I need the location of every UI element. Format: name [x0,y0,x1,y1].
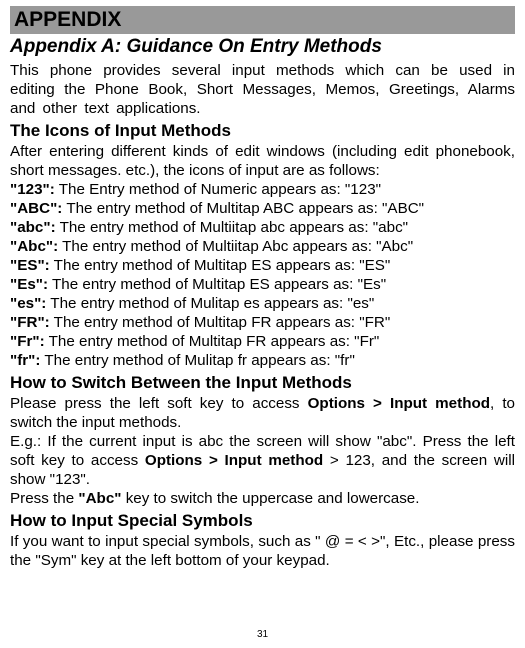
text: key to switch the uppercase and lowercas… [121,490,419,507]
icon-label: "ABC": [10,200,62,217]
icon-label: "fr": [10,352,40,369]
icon-label: "Abc": [10,238,58,255]
switch-p2: E.g.: If the current input is abc the sc… [10,432,515,489]
icon-desc: The Entry method of Numeric appears as: … [55,181,381,198]
icon-item-ES: "ES": The entry method of Multitap ES ap… [10,256,515,275]
appendix-header: APPENDIX [10,6,515,34]
appendix-a-subheading: Appendix A: Guidance On Entry Methods [10,36,515,58]
icon-item-Abc: "Abc": The entry method of Multiitap Abc… [10,237,515,256]
symbols-heading: How to Input Special Symbols [10,511,515,531]
icon-label: "FR": [10,314,50,331]
icon-label: "ES": [10,257,50,274]
icon-desc: The entry method of Mulitap fr appears a… [40,352,354,369]
text: Press the [10,490,78,507]
icon-item-FR: "FR": The entry method of Multitap FR ap… [10,313,515,332]
icon-label: "abc": [10,219,56,236]
icon-item-123: "123": The Entry method of Numeric appea… [10,180,515,199]
abc-bold: "Abc" [78,490,121,507]
icon-desc: The entry method of Mulitap es appears a… [46,295,374,312]
switch-p3: Press the "Abc" key to switch the upperc… [10,489,515,508]
icon-desc: The entry method of Multitap FR appears … [45,333,380,350]
icon-desc: The entry method of Multiitap Abc appear… [58,238,413,255]
icon-label: "es": [10,295,46,312]
icon-desc: The entry method of Multitap ES appears … [48,276,386,293]
icon-item-Es: "Es": The entry method of Multitap ES ap… [10,275,515,294]
icon-item-fr: "fr": The entry method of Mulitap fr app… [10,351,515,370]
icon-item-es: "es": The entry method of Mulitap es app… [10,294,515,313]
symbols-paragraph: If you want to input special symbols, su… [10,532,515,570]
options-bold: Options > Input method [308,395,490,412]
switch-heading: How to Switch Between the Input Methods [10,373,515,393]
icon-desc: The entry method of Multiitap abc appear… [56,219,408,236]
icon-label: "Fr": [10,333,45,350]
icon-desc: The entry method of Multitap ABC appears… [62,200,424,217]
icon-desc: The entry method of Multitap FR appears … [50,314,391,331]
icon-item-Fr: "Fr": The entry method of Multitap FR ap… [10,332,515,351]
icon-label: "Es": [10,276,48,293]
options-bold: Options > Input method [145,452,323,469]
page-title: APPENDIX [14,8,511,32]
page-number: 31 [0,629,525,640]
text: Please press the left soft key to access [10,395,308,412]
icons-lead: After entering different kinds of edit w… [10,142,515,180]
icon-desc: The entry method of Multitap ES appears … [50,257,391,274]
icon-label: "123": [10,181,55,198]
icon-item-abc: "abc": The entry method of Multiitap abc… [10,218,515,237]
intro-paragraph: This phone provides several input method… [10,61,515,118]
switch-p1: Please press the left soft key to access… [10,394,515,432]
icon-item-ABC: "ABC": The entry method of Multitap ABC … [10,199,515,218]
icons-heading: The Icons of Input Methods [10,121,515,141]
